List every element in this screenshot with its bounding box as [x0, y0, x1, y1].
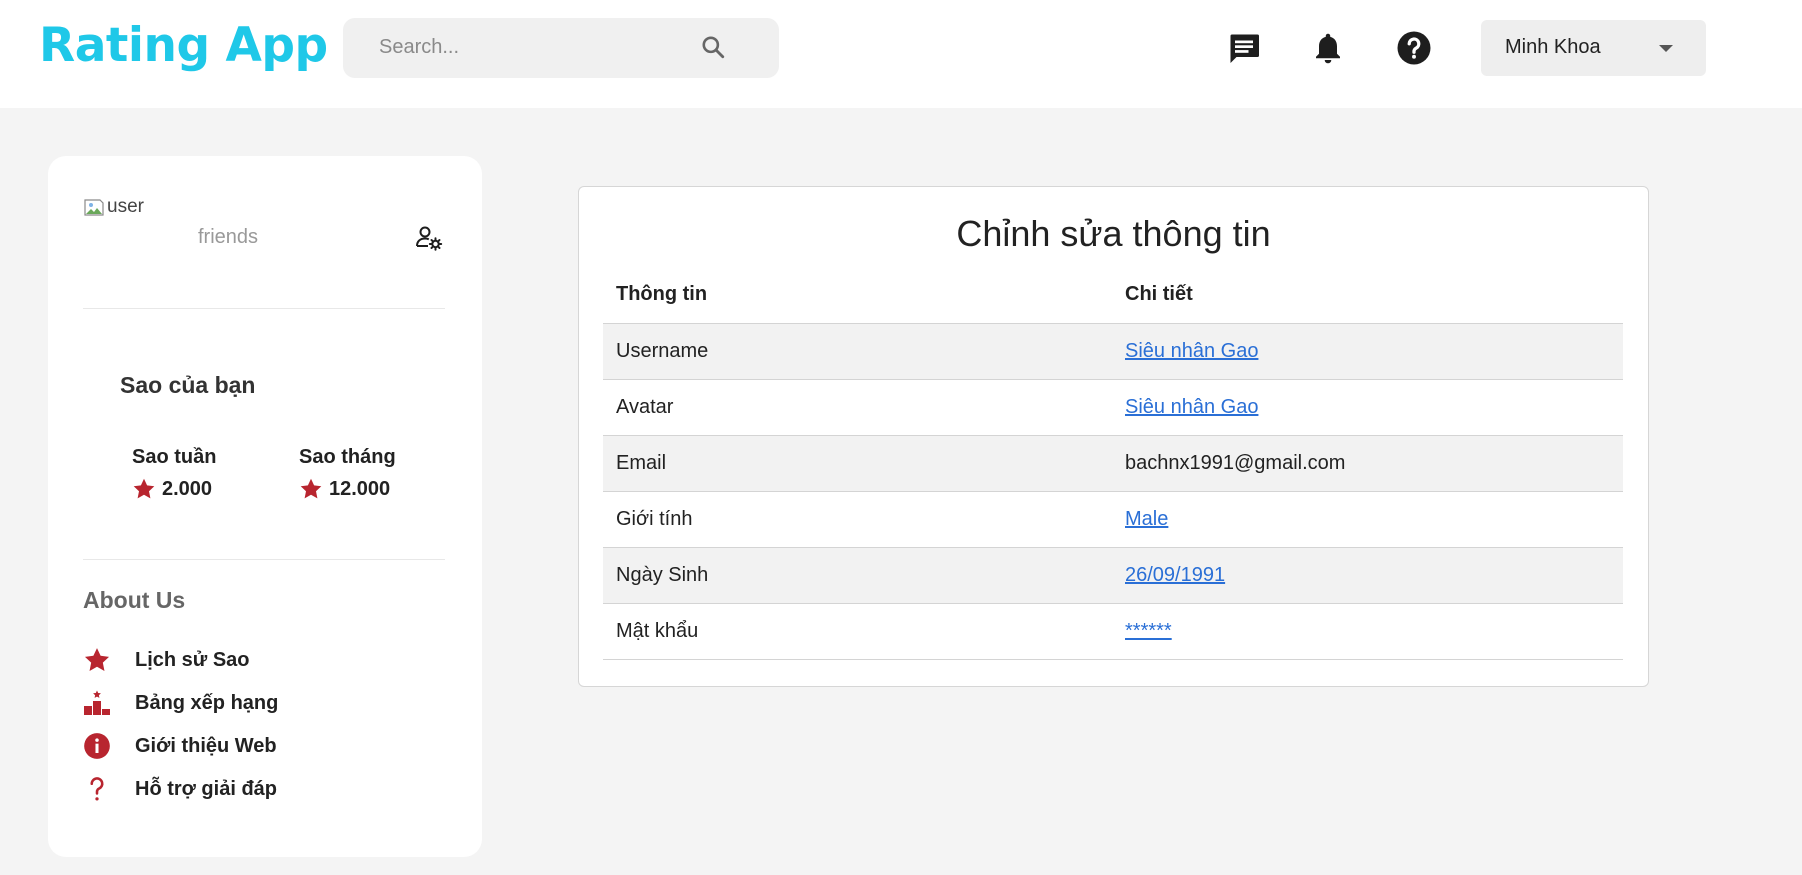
avatar-alt-text: user — [107, 196, 144, 217]
star-icon — [84, 648, 110, 671]
search-input[interactable]: Search... — [379, 36, 459, 59]
help-circle-icon[interactable] — [1396, 30, 1432, 66]
table-row: Ngày Sinh 26/09/1991 — [603, 547, 1623, 604]
info-icon — [84, 733, 110, 759]
sidebar-item-about-web[interactable]: Giới thiệu Web — [83, 732, 277, 760]
month-stars-stat: Sao tháng 12.000 — [299, 446, 396, 501]
field-label: Username — [603, 323, 1112, 380]
sidebar-item-star-history[interactable]: Lịch sử Sao — [83, 646, 250, 674]
field-value-cell: 26/09/1991 — [1112, 547, 1623, 604]
app-logo[interactable]: Rating App — [39, 18, 328, 73]
sidebar-item-label: Hỗ trợ giải đáp — [135, 777, 278, 800]
month-stars-value-row: 12.000 — [299, 477, 396, 501]
top-header: Rating App Search... Minh Khoa — [0, 0, 1802, 108]
month-stars-label: Sao tháng — [299, 446, 396, 468]
star-icon — [300, 478, 322, 499]
sidebar-divider — [83, 308, 445, 309]
field-label: Ngày Sinh — [603, 547, 1112, 604]
caret-down-icon — [1659, 45, 1673, 52]
field-label: Giới tính — [603, 491, 1112, 548]
week-stars-value: 2.000 — [162, 477, 213, 500]
profile-sidebar: user friends Sao của bạn Sao tuần 2.000 … — [48, 156, 482, 857]
sidebar-item-leaderboard[interactable]: Bảng xếp hạng — [83, 689, 278, 717]
edit-profile-card: Chỉnh sửa thông tin Thông tin Chi tiết U… — [578, 186, 1649, 687]
table-row: Email bachnx1991@gmail.com — [603, 435, 1623, 492]
field-value-cell: Siêu nhân Gao — [1112, 379, 1623, 436]
sidebar-item-label: Giới thiệu Web — [135, 734, 277, 757]
chat-icon[interactable] — [1226, 30, 1262, 66]
about-us-heading: About Us — [83, 587, 186, 613]
week-stars-stat: Sao tuần 2.000 — [132, 446, 216, 501]
week-stars-value-row: 2.000 — [132, 477, 216, 501]
podium-icon — [84, 690, 110, 715]
month-stars-value: 12.000 — [329, 477, 391, 500]
column-header-field: Thông tin — [603, 267, 1112, 324]
username-edit-link[interactable]: Siêu nhân Gao — [1125, 340, 1258, 362]
sidebar-item-label: Lịch sử Sao — [135, 648, 250, 671]
avatar[interactable]: user — [83, 196, 144, 218]
field-value-cell: ****** — [1112, 603, 1623, 660]
table-row: Username Siêu nhân Gao — [603, 323, 1623, 380]
sidebar-item-support[interactable]: Hỗ trợ giải đáp — [83, 775, 277, 803]
search-icon[interactable] — [700, 34, 726, 60]
user-menu-name: Minh Khoa — [1505, 36, 1601, 58]
email-value: bachnx1991@gmail.com — [1112, 435, 1623, 492]
field-label: Mật khẩu — [603, 603, 1112, 660]
page-title: Chỉnh sửa thông tin — [956, 213, 1271, 254]
table-row: Mật khẩu ****** — [603, 603, 1623, 660]
field-value-cell: Siêu nhân Gao — [1112, 323, 1623, 380]
avatar-edit-link[interactable]: Siêu nhân Gao — [1125, 396, 1258, 418]
profile-info-table: Thông tin Chi tiết Username Siêu nhân Ga… — [603, 267, 1623, 660]
field-value-cell: Male — [1112, 491, 1623, 548]
password-edit-link[interactable]: ****** — [1125, 620, 1172, 642]
gender-edit-link[interactable]: Male — [1125, 508, 1168, 530]
column-header-detail: Chi tiết — [1112, 267, 1623, 324]
sidebar-divider — [83, 559, 445, 560]
friends-label[interactable]: friends — [198, 226, 258, 249]
table-row: Giới tính Male — [603, 491, 1623, 548]
broken-image-icon — [84, 199, 104, 216]
bell-icon[interactable] — [1310, 30, 1346, 66]
user-settings-icon[interactable] — [415, 224, 443, 252]
field-label: Avatar — [603, 379, 1112, 436]
question-icon — [90, 777, 104, 801]
week-stars-label: Sao tuần — [132, 446, 217, 468]
birthday-edit-link[interactable]: 26/09/1991 — [1125, 564, 1225, 586]
table-row: Avatar Siêu nhân Gao — [603, 379, 1623, 436]
table-header-row: Thông tin Chi tiết — [603, 267, 1623, 324]
sidebar-item-label: Bảng xếp hạng — [135, 691, 279, 714]
user-menu-dropdown[interactable]: Minh Khoa — [1481, 20, 1706, 76]
star-icon — [133, 478, 155, 499]
field-label: Email — [603, 435, 1112, 492]
stars-title: Sao của bạn — [120, 372, 256, 398]
